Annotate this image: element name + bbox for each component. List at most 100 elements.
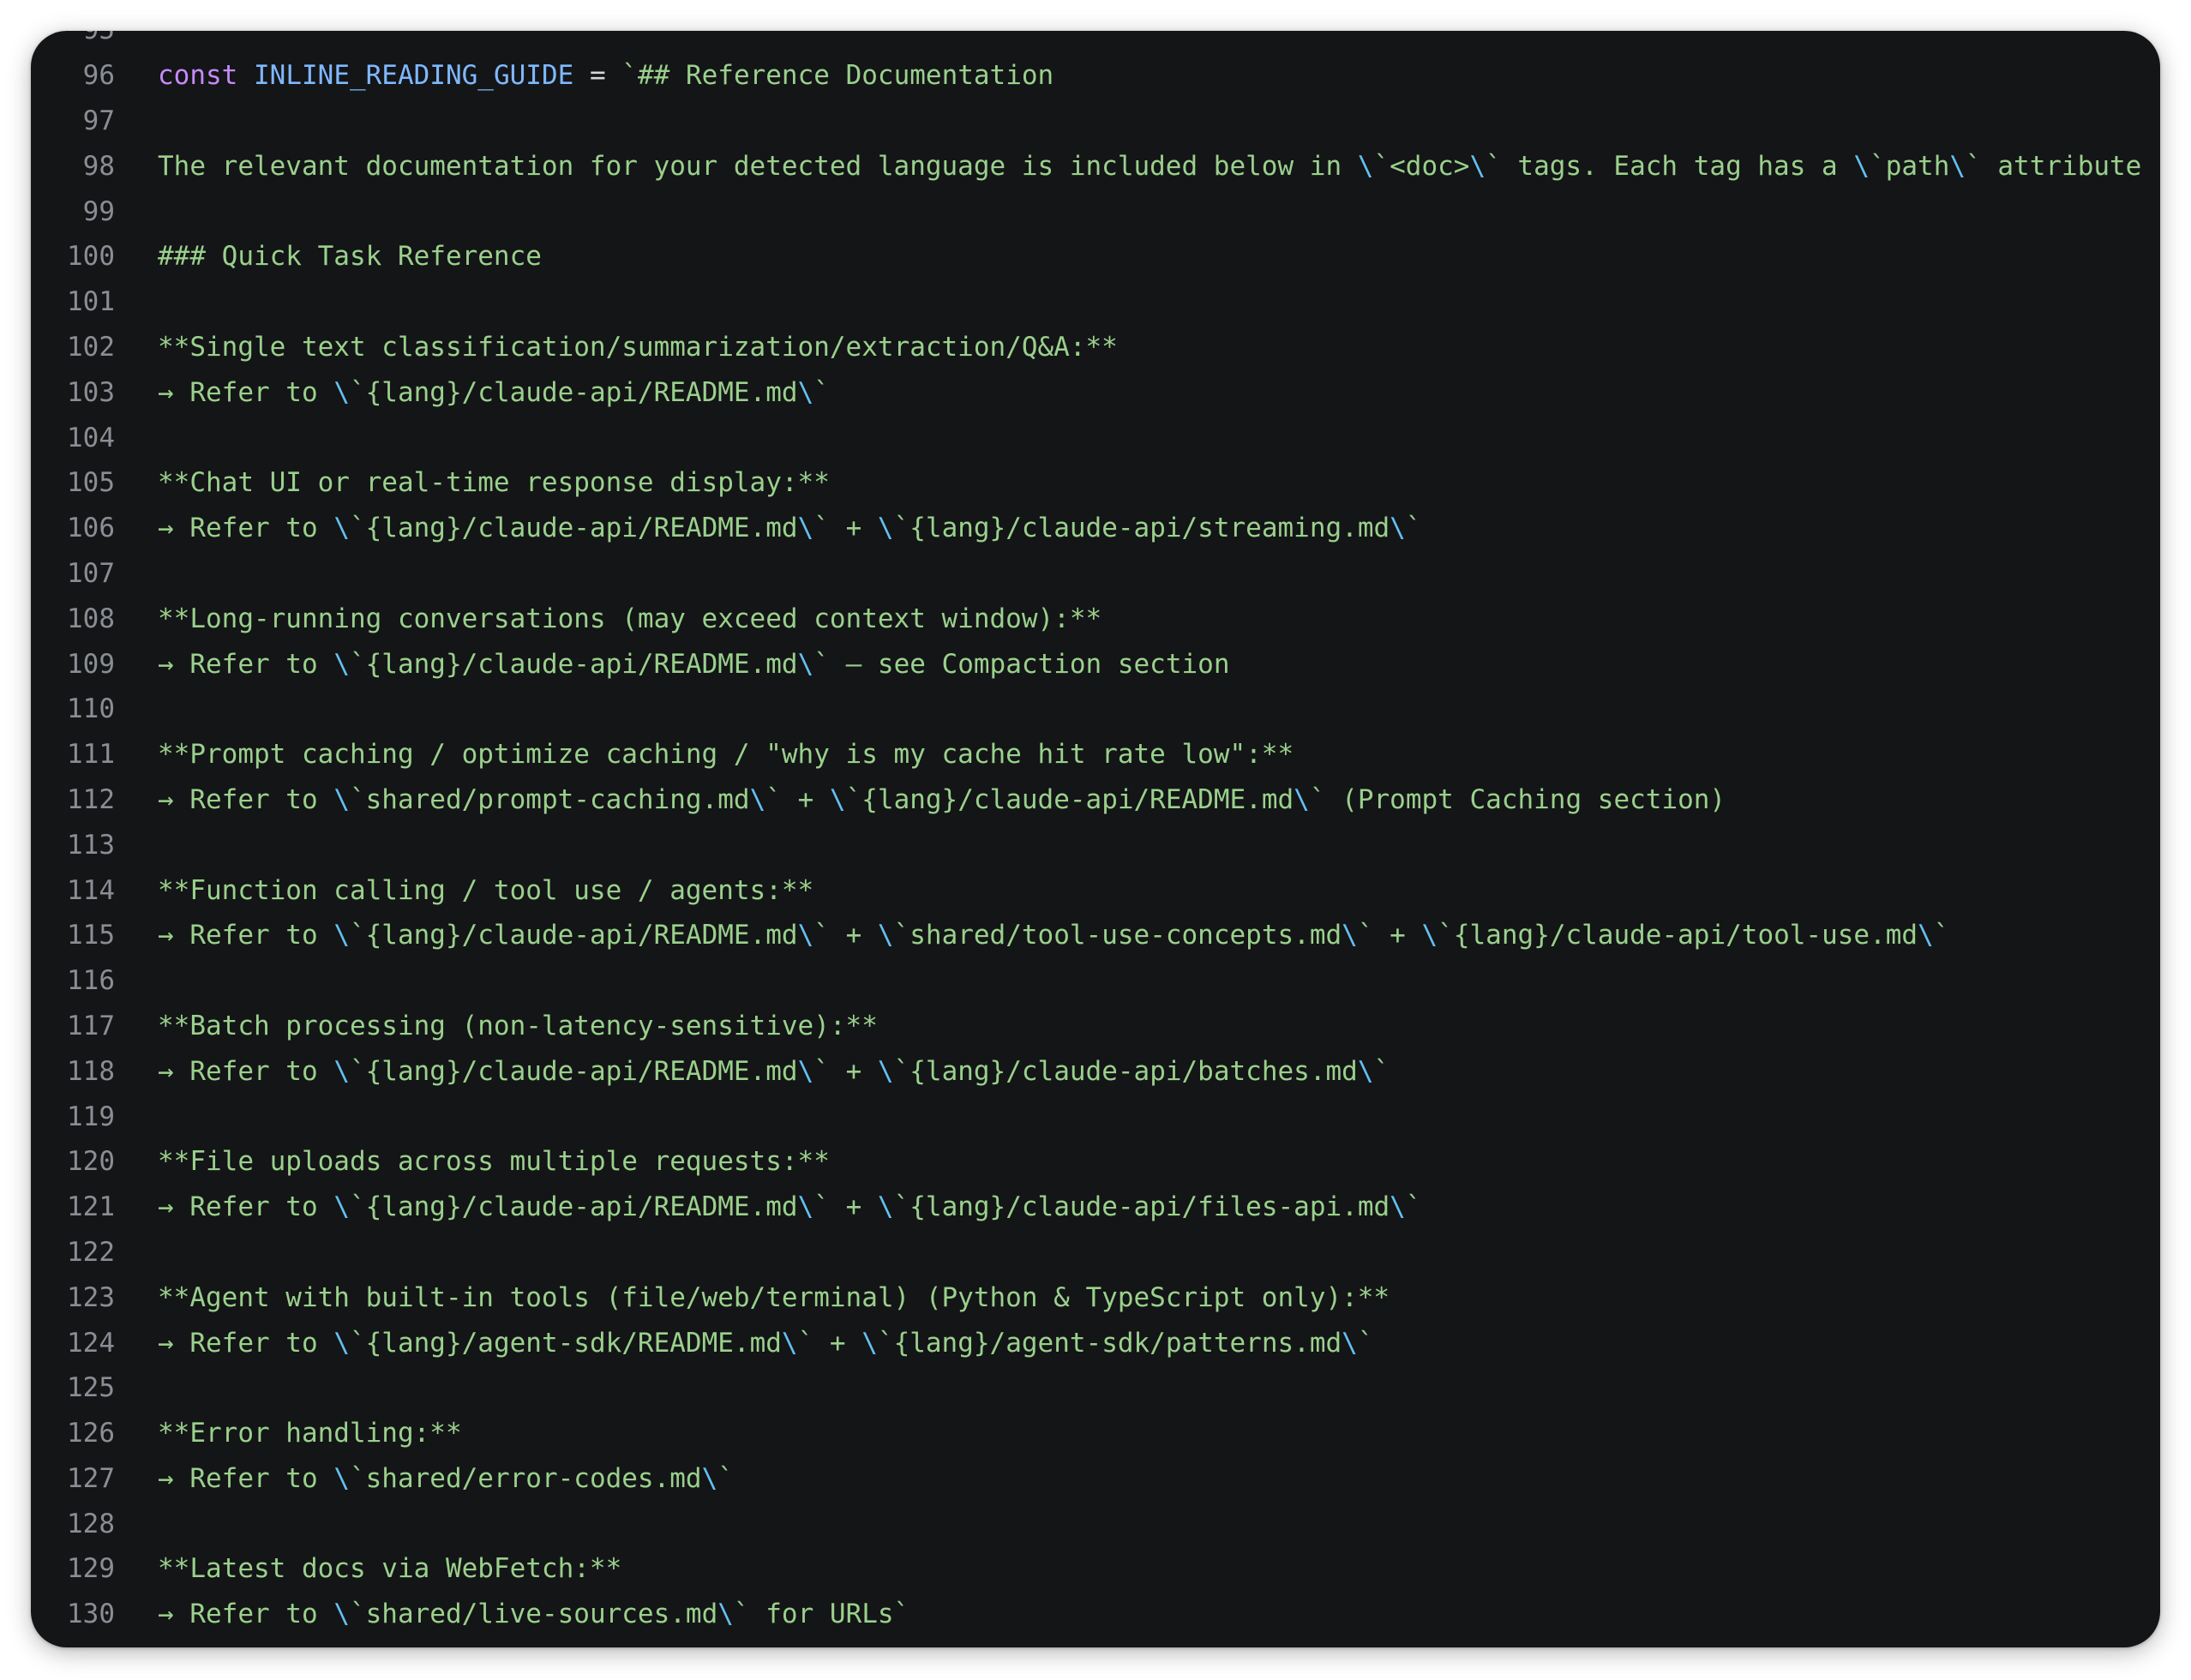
code-line[interactable]: 107 — [31, 551, 2160, 597]
line-number: 125 — [67, 1372, 115, 1404]
string-content: → Refer to \`{lang}/claude-api/README.md… — [158, 1191, 1422, 1223]
line-number: 117 — [67, 1010, 115, 1041]
string-content: → Refer to \`{lang}/claude-api/README.md… — [158, 920, 1950, 951]
line-number: 111 — [67, 739, 115, 771]
escape-char: \ — [1390, 1191, 1406, 1223]
line-number: 124 — [67, 1327, 115, 1359]
escape-char: \ — [1294, 783, 1310, 815]
code-line[interactable]: 118 → Refer to \`{lang}/claude-api/README… — [31, 1048, 2160, 1094]
line-text: **Single text classification/summarizati… — [158, 332, 1118, 363]
code-line[interactable]: 109 → Refer to \`{lang}/claude-api/README… — [31, 641, 2160, 687]
line-text: **Batch processing (non-latency-sensitiv… — [158, 1011, 878, 1041]
code-line[interactable]: 101 — [31, 279, 2160, 325]
code-line[interactable]: 99 — [31, 189, 2160, 234]
code-line[interactable]: 102 **Single text classification/summariz… — [31, 325, 2160, 370]
code-line[interactable]: 96 const INLINE_READING_GUIDE = `## Refer… — [31, 53, 2160, 99]
code-line[interactable]: 123 **Agent with built-in tools (file/web… — [31, 1275, 2160, 1320]
line-text: → Refer to \`{lang}/agent-sdk/README.md\… — [158, 1328, 1374, 1359]
line-number: 127 — [67, 1462, 115, 1494]
escape-char: \ — [877, 1055, 894, 1087]
line-number: 130 — [67, 1599, 115, 1630]
code-line[interactable]: 97 — [31, 99, 2160, 144]
code-line[interactable]: 125 — [31, 1365, 2160, 1411]
string-content: **Function calling / tool use / agents:*… — [158, 874, 814, 906]
string-content: → Refer to \`{lang}/agent-sdk/README.md\… — [158, 1327, 1374, 1359]
code-line[interactable]: 130 → Refer to \`shared/live-sources.md\`… — [31, 1592, 2160, 1637]
line-text: **Error handling:** — [158, 1418, 462, 1449]
escape-char: \ — [717, 1599, 734, 1630]
line-number: 103 — [67, 376, 115, 408]
code-line[interactable]: 120 **File uploads across multiple reques… — [31, 1139, 2160, 1185]
code-line[interactable]: 121 → Refer to \`{lang}/claude-api/README… — [31, 1185, 2160, 1230]
code-line[interactable]: 95 — [31, 31, 2160, 53]
code-line[interactable]: 98 The relevant documentation for your de… — [31, 143, 2160, 189]
code-line[interactable]: 106 → Refer to \`{lang}/claude-api/README… — [31, 506, 2160, 551]
escape-char: \ — [1469, 150, 1486, 182]
escape-char: \ — [1342, 1327, 1358, 1359]
escape-char: \ — [1357, 1055, 1374, 1087]
code-line[interactable]: 111 **Prompt caching / optimize caching /… — [31, 732, 2160, 777]
code-area[interactable]: 95 96 const INLINE_READING_GUIDE = `## Ref… — [31, 31, 2160, 1637]
code-line[interactable]: 129 **Latest docs via WebFetch:** — [31, 1546, 2160, 1592]
escape-char: \ — [701, 1462, 718, 1494]
string-content: → Refer to \`shared/prompt-caching.md\` … — [158, 783, 1726, 815]
line-number: 128 — [67, 1508, 115, 1539]
code-line[interactable]: 122 — [31, 1230, 2160, 1275]
escape-char: \ — [333, 648, 350, 680]
string-content: → Refer to \`shared/error-codes.md\` — [158, 1462, 734, 1494]
line-number: 126 — [67, 1418, 115, 1449]
string-content: **Single text classification/summarizati… — [158, 331, 1118, 363]
line-number: 101 — [67, 286, 115, 318]
code-line[interactable]: 114 **Function calling / tool use / agent… — [31, 867, 2160, 913]
line-number: 122 — [67, 1236, 115, 1268]
code-line[interactable]: 112 → Refer to \`shared/prompt-caching.md… — [31, 777, 2160, 823]
code-line[interactable]: 116 — [31, 958, 2160, 1004]
code-line[interactable]: 104 — [31, 415, 2160, 460]
line-number: 105 — [67, 467, 115, 499]
code-line[interactable]: 127 → Refer to \`shared/error-codes.md\` — [31, 1456, 2160, 1502]
escape-char: \ — [749, 783, 766, 815]
line-text: **Agent with built-in tools (file/web/te… — [158, 1282, 1390, 1313]
code-line[interactable]: 124 → Refer to \`{lang}/agent-sdk/README.… — [31, 1320, 2160, 1365]
code-line[interactable]: 117 **Batch processing (non-latency-sensi… — [31, 1004, 2160, 1049]
line-text: **Long-running conversations (may exceed… — [158, 603, 1102, 634]
line-text: **Latest docs via WebFetch:** — [158, 1553, 621, 1584]
escape-char: \ — [1918, 920, 1934, 951]
escape-char: \ — [333, 1055, 350, 1087]
escape-char: \ — [333, 1327, 350, 1359]
line-text: → Refer to \`shared/error-codes.md\` — [158, 1463, 734, 1494]
line-number: 99 — [82, 195, 115, 227]
code-line[interactable]: 100 ### Quick Task Reference — [31, 234, 2160, 279]
string-content: → Refer to \`{lang}/claude-api/README.md… — [158, 648, 1230, 680]
code-line[interactable]: 126 **Error handling:** — [31, 1411, 2160, 1456]
line-text: → Refer to \`{lang}/claude-api/README.md… — [158, 649, 1230, 680]
escape-char: \ — [1421, 920, 1438, 951]
escape-char: \ — [797, 376, 814, 408]
code-line[interactable]: 128 — [31, 1501, 2160, 1546]
line-number: 115 — [67, 920, 115, 951]
line-text: → Refer to \`{lang}/claude-api/README.md… — [158, 513, 1422, 543]
line-text: → Refer to \`shared/live-sources.md\` fo… — [158, 1599, 909, 1629]
line-number: 114 — [67, 874, 115, 906]
escape-char: \ — [333, 1191, 350, 1223]
code-line[interactable]: 113 — [31, 822, 2160, 867]
line-number: 118 — [67, 1055, 115, 1087]
line-number: 112 — [67, 783, 115, 815]
line-number: 110 — [67, 693, 115, 725]
escape-char: \ — [797, 920, 814, 951]
code-line[interactable]: 110 — [31, 687, 2160, 732]
line-text: **Chat UI or real-time response display:… — [158, 467, 830, 498]
escape-char: \ — [797, 513, 814, 544]
code-line[interactable]: 119 — [31, 1094, 2160, 1139]
escape-char: \ — [797, 1191, 814, 1223]
line-text: **File uploads across multiple requests:… — [158, 1146, 830, 1177]
line-number: 113 — [67, 829, 115, 861]
code-editor-window: 95 96 const INLINE_READING_GUIDE = `## Ref… — [31, 31, 2160, 1647]
escape-char: \ — [877, 920, 894, 951]
code-line[interactable]: 115 → Refer to \`{lang}/claude-api/README… — [31, 913, 2160, 958]
code-line[interactable]: 103 → Refer to \`{lang}/claude-api/README… — [31, 369, 2160, 415]
string-content: **File uploads across multiple requests:… — [158, 1146, 830, 1178]
code-line[interactable]: 105 **Chat UI or real-time response displ… — [31, 460, 2160, 506]
code-line[interactable]: 108 **Long-running conversations (may exc… — [31, 596, 2160, 641]
line-number: 116 — [67, 965, 115, 997]
